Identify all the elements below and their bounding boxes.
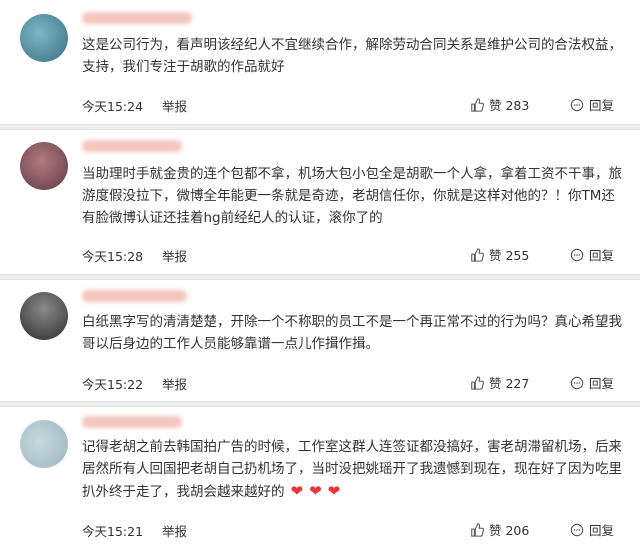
heart-emoji: ❤ — [290, 482, 304, 500]
like-button[interactable]: 赞 227 — [470, 373, 529, 392]
like-count: 赞 227 — [489, 376, 530, 391]
comment-time: 今天15:28 — [82, 249, 144, 264]
thumbs-up-icon — [471, 97, 484, 112]
reply-label: 回复 — [589, 376, 615, 391]
comment-divider — [0, 401, 640, 407]
username-blurred[interactable] — [82, 12, 192, 24]
heart-emoji: ❤ — [309, 482, 322, 500]
reply-button[interactable]: 回复 — [570, 373, 614, 392]
comment-divider — [0, 124, 640, 130]
avatar[interactable] — [20, 292, 68, 340]
like-button[interactable]: 赞 283 — [470, 95, 529, 114]
thumbs-up-icon — [471, 247, 484, 262]
thumbs-up-icon — [471, 375, 484, 390]
comment-time: 今天15:24 — [82, 99, 144, 114]
report-button[interactable]: 举报 — [162, 246, 187, 265]
reply-label: 回复 — [589, 248, 615, 263]
comment-text: 这是公司行为，看声明该经纪人不宜继续合作，解除劳动合同关系是维护公司的合法权益，… — [82, 37, 622, 75]
comment-text: 当助理时手就金贵的连个包都不拿，机场大包小包全是胡歌一个人拿，拿着工资不干事，旅… — [82, 166, 622, 226]
report-button[interactable]: 举报 — [162, 96, 187, 115]
comment-text-body: 记得老胡之前去韩国拍广告的时候，工作室这群人连签证都没搞好，害老胡滞留机场，后来… — [82, 439, 622, 500]
comment-bubble-icon — [570, 376, 584, 389]
username-blurred[interactable] — [82, 290, 187, 302]
comment-time: 今天15:21 — [82, 524, 144, 539]
reply-button[interactable]: 回复 — [570, 245, 614, 264]
comment-text: 记得老胡之前去韩国拍广告的时候，工作室这群人连签证都没搞好，害老胡滞留机场，后来… — [82, 436, 622, 503]
comment-bubble-icon — [570, 98, 584, 111]
username-blurred[interactable] — [82, 140, 182, 152]
comment-bubble-icon — [570, 248, 584, 261]
comment-text: 白纸黑字写的清清楚楚，开除一个不称职的员工不是一个再正常不过的行为吗？真心希望我… — [82, 314, 622, 352]
reply-button[interactable]: 回复 — [570, 520, 614, 539]
comment-bubble-icon — [570, 523, 584, 536]
report-button[interactable]: 举报 — [162, 521, 187, 540]
reply-button[interactable]: 回复 — [570, 95, 614, 114]
avatar[interactable] — [20, 14, 68, 62]
avatar[interactable] — [20, 142, 68, 190]
reply-label: 回复 — [589, 523, 615, 538]
like-button[interactable]: 赞 206 — [470, 520, 529, 539]
like-count: 赞 283 — [489, 98, 530, 113]
username-blurred[interactable] — [82, 416, 182, 428]
avatar[interactable] — [20, 420, 68, 468]
reply-label: 回复 — [589, 98, 615, 113]
like-count: 赞 206 — [489, 523, 530, 538]
comment-time: 今天15:22 — [82, 377, 144, 392]
like-count: 赞 255 — [489, 248, 530, 263]
heart-emoji: ❤ — [327, 482, 341, 500]
like-button[interactable]: 赞 255 — [470, 245, 529, 264]
comment-divider — [0, 274, 640, 280]
thumbs-up-icon — [471, 522, 484, 537]
report-button[interactable]: 举报 — [162, 374, 187, 393]
